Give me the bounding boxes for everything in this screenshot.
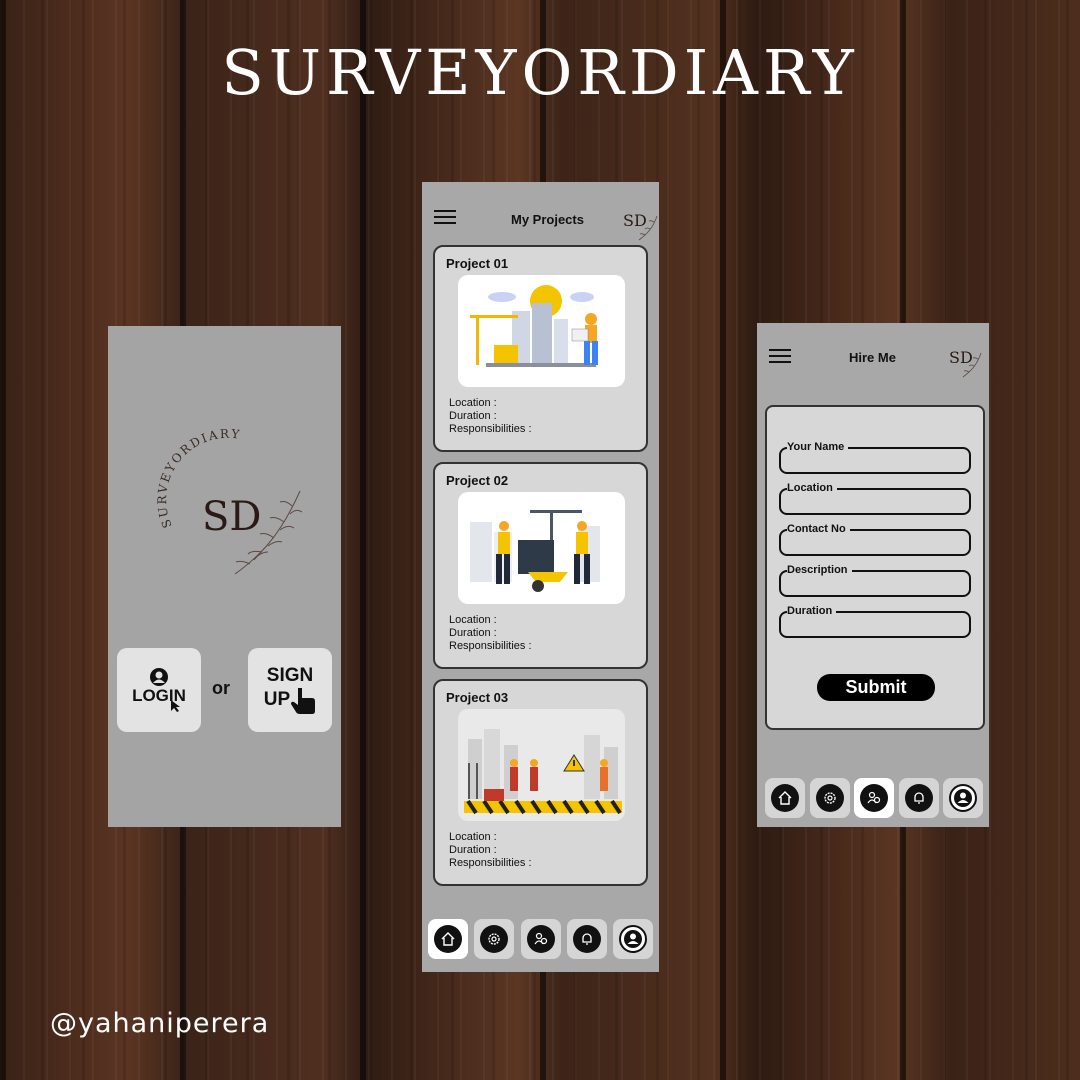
profile-icon [624, 930, 642, 948]
logo-small: SD [949, 348, 982, 378]
project-details: Location : Duration : Responsibilities : [449, 397, 532, 436]
login-button[interactable]: LOGIN [117, 648, 201, 732]
construction-illustration [458, 492, 625, 604]
nav-settings[interactable] [809, 778, 850, 818]
bottom-nav [428, 919, 653, 963]
responsibilities-label: Responsibilities : [449, 423, 532, 435]
project-card[interactable]: Project 01 Location : Duration: Respons… [433, 245, 648, 452]
gear-icon [488, 933, 500, 945]
project-card[interactable]: Project 02 Location : Duration: Respons… [433, 462, 648, 669]
nav-notifications[interactable] [566, 919, 607, 959]
nav-profile[interactable] [943, 778, 983, 818]
name-field[interactable]: Your Name [779, 441, 971, 474]
profile-icon [954, 789, 972, 807]
home-icon [441, 932, 455, 946]
svg-text:SD: SD [202, 494, 261, 540]
svg-text:SD: SD [623, 211, 647, 230]
cursor-icon [171, 700, 180, 712]
signup-button[interactable]: SIGN UP [248, 648, 332, 732]
project-title: Project 01 [446, 256, 509, 271]
location-label: Location : [449, 614, 497, 626]
contact-field[interactable]: Contact No [779, 523, 971, 556]
svg-text:SD: SD [949, 348, 973, 367]
project-details: Location : Duration : Responsibilities : [449, 614, 532, 653]
submit-button[interactable]: Submit [817, 674, 935, 701]
location-field[interactable]: Location [779, 482, 971, 515]
home-icon [778, 791, 792, 805]
duration-label: Duration : [449, 844, 497, 856]
duration-label: Duration [787, 605, 837, 617]
menu-icon[interactable] [769, 349, 791, 363]
contact-label: Contact No [787, 523, 850, 535]
tap-hand-icon [291, 688, 316, 714]
or-label: or [212, 678, 230, 698]
hire-screen: Hire Me SD Your Name Location Contact No… [757, 323, 989, 827]
location-label: Location : [449, 397, 497, 409]
nav-home[interactable] [428, 919, 468, 959]
top-bar: My Projects SD [422, 182, 659, 242]
bottom-nav [765, 778, 983, 822]
gear-icon [823, 792, 836, 804]
bell-icon [582, 933, 592, 945]
nav-profile[interactable] [613, 919, 653, 959]
nav-notifications[interactable] [898, 778, 939, 818]
duration-label: Duration : [449, 410, 497, 422]
project-title: Project 03 [446, 690, 509, 705]
hire-icon [534, 932, 547, 945]
hire-icon [867, 791, 881, 804]
nav-hire[interactable] [854, 778, 894, 818]
name-label: Your Name [787, 441, 849, 453]
nav-hire[interactable] [520, 919, 561, 959]
location-label: Location [787, 482, 837, 494]
location-label: Location : [449, 831, 497, 843]
headline: SURVEYORDIARY [221, 36, 859, 109]
page-title: My Projects [511, 212, 584, 227]
author-handle: @yahaniperera [50, 1008, 270, 1039]
nav-settings[interactable] [474, 919, 515, 959]
responsibilities-label: Responsibilities : [449, 857, 532, 869]
project-details: Location : Duration : Responsibilities : [449, 831, 532, 870]
page-title: Hire Me [849, 350, 896, 365]
description-field[interactable]: Description [779, 564, 971, 597]
top-bar: Hire Me SD [757, 323, 989, 383]
description-label: Description [787, 564, 852, 576]
surveyordiary-logo: SURVEYORDIARY SD [155, 427, 303, 575]
menu-icon[interactable] [434, 210, 456, 224]
signup-label-line1: SIGN [266, 665, 314, 686]
logo-small: SD [623, 211, 658, 241]
nav-home[interactable] [765, 778, 805, 818]
project-card[interactable]: Project 03 Location : Duration: Respons… [433, 679, 648, 886]
signup-label-line2: UP [263, 689, 291, 710]
projects-screen: My Projects SD Project 01 Location: Dur… [422, 182, 659, 972]
duration-label: Duration : [449, 627, 497, 639]
construction-illustration [458, 275, 625, 387]
duration-field[interactable]: Duration [779, 605, 971, 638]
construction-illustration [458, 709, 625, 821]
project-title: Project 02 [446, 473, 509, 488]
responsibilities-label: Responsibilities : [449, 640, 532, 652]
hire-form: Your Name Location Contact No Descriptio… [765, 405, 985, 730]
login-screen: SURVEYORDIARY SD LOGIN or SIGN UP [108, 326, 341, 827]
bell-icon [913, 792, 924, 804]
user-icon [150, 668, 168, 686]
